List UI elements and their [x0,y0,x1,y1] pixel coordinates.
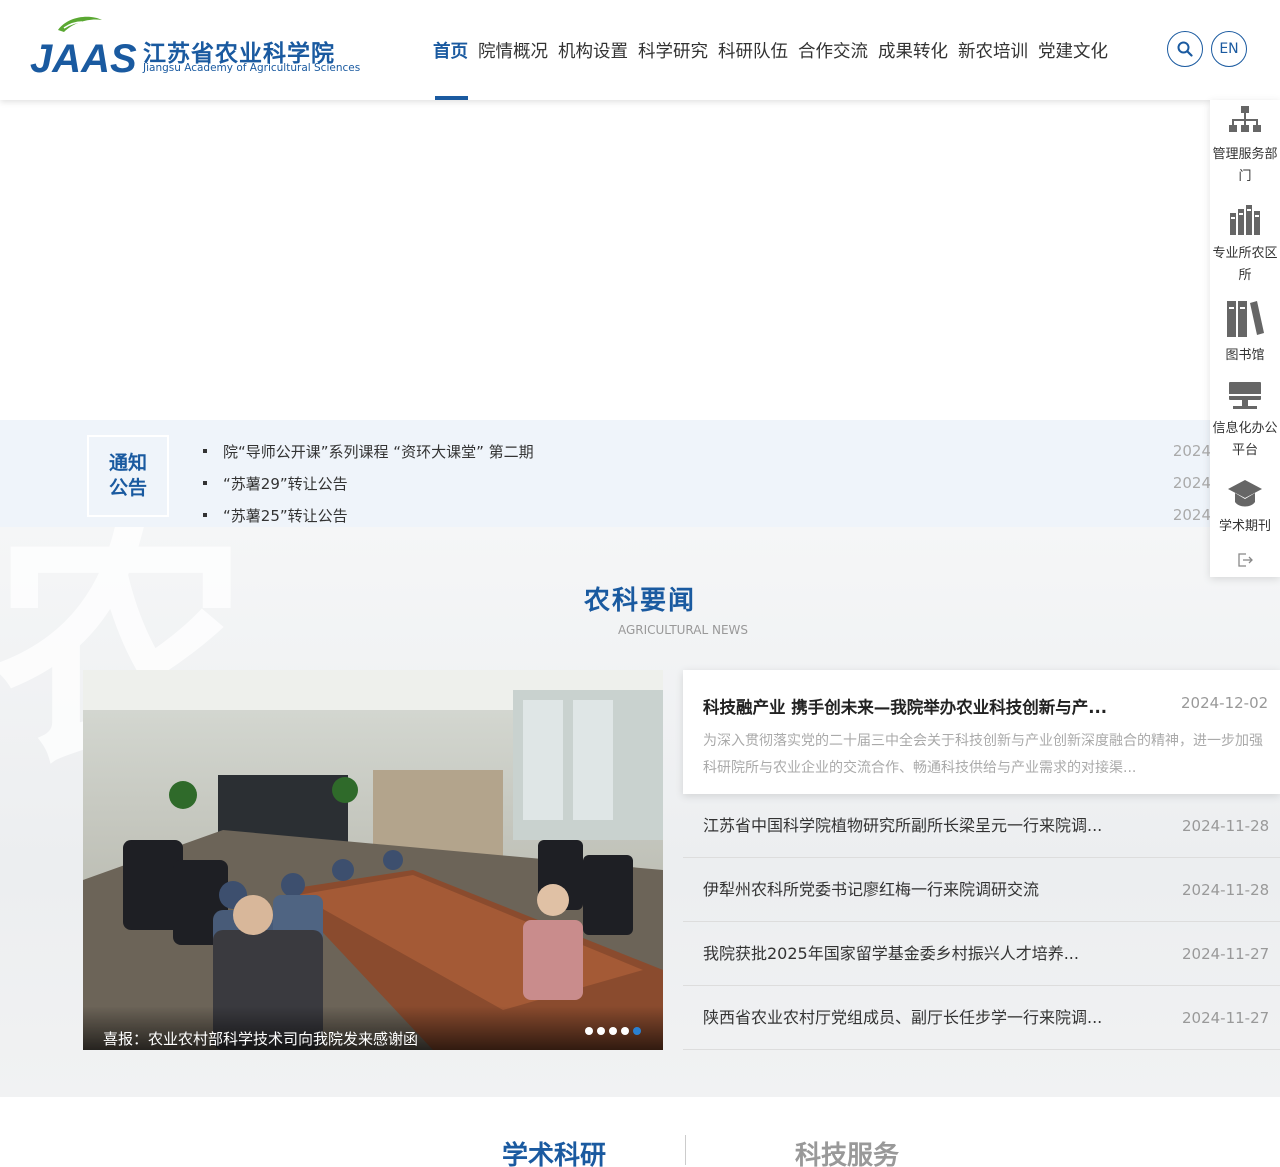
notice-item[interactable]: “苏薯25”转让公告 2024-11-27 [200,499,1260,527]
institutes-icon [1230,205,1260,235]
language-switch-button[interactable]: EN [1211,31,1247,67]
nav-overview[interactable]: 院情概况 [473,0,553,100]
meeting-photo [83,670,663,1050]
search-icon [1177,41,1193,57]
sidebar-item-office-platform[interactable]: 信息化办公平台 [1210,380,1280,462]
main-nav: 首页 院情概况 机构设置 科学研究 科研队伍 合作交流 成果转化 新农培训 党建… [428,0,1113,100]
notice-item[interactable]: “苏薯29”转让公告 2024-11-27 [200,467,1260,499]
jaas-logo-icon: JAAS [30,16,137,78]
bullet-icon [203,449,207,453]
site-logo[interactable]: JAAS 江苏省农业科学院 Jiangsu Academy of Agricul… [30,14,360,78]
nav-training[interactable]: 新农培训 [953,0,1033,100]
news-section-subtitle: AGRICULTURAL NEWS [617,623,749,637]
nav-research-team[interactable]: 科研队伍 [713,0,793,100]
featured-news-date: 2024-12-02 [1181,694,1269,712]
monitor-icon [1229,382,1261,409]
news-item-title[interactable]: 伊犁州农科所党委书记廖红梅一行来院调研交流 [703,858,1039,922]
notice-item[interactable]: 院“导师公开课”系列课程 “资环大课堂” 第二期 2024-11-27 [200,435,1260,467]
news-item-date: 2024-11-27 [1182,945,1270,963]
news-list-item[interactable]: 我院获批2025年国家留学基金委乡村振兴人才培养... 2024-11-27 [683,922,1280,986]
news-item-date: 2024-11-28 [1182,881,1270,899]
exit-icon [1238,553,1253,567]
tab-divider [685,1135,686,1165]
featured-news-summary: 为深入贯彻落实党的二十届三中全会关于科技创新与产业创新深度融合的精神，进一步加强… [703,733,1263,776]
news-list-item[interactable]: 陕西省农业农村厅党组成员、副厅长任步学一行来院调... 2024-11-27 [683,986,1280,1050]
sidebar-item-label: 专业所农区所 [1212,246,1278,283]
nav-organization[interactable]: 机构设置 [553,0,633,100]
bullet-icon [203,481,207,485]
notice-badge-label: 通知公告 [108,452,147,499]
notice-badge: 通知公告 [87,435,169,517]
notice-bar: 通知公告 院“导师公开课”系列课程 “资环大课堂” 第二期 2024-11-27… [0,420,1280,527]
news-item-title[interactable]: 江苏省中国科学院植物研究所副所长梁呈元一行来院调... [703,794,1102,858]
org-chart-icon [1229,106,1261,132]
featured-news-title[interactable]: 科技融产业 携手创未来—我院举办农业科技创新与产... [703,694,1107,718]
sidebar-item-label: 图书馆 [1225,348,1265,363]
slide-dot-active[interactable] [633,1027,641,1035]
sidebar-item-label: 学术期刊 [1218,519,1271,534]
slide-dot[interactable] [609,1027,617,1035]
news-section-title: 农科要闻 [583,586,696,616]
sidebar-item-label: 信息化办公平台 [1212,421,1278,458]
news-list-item[interactable]: 江苏省中国科学院植物研究所副所长梁呈元一行来院调... 2024-11-28 [683,794,1280,858]
sidebar-item-label: 管理服务部门 [1212,147,1278,184]
slide-indicators [585,1027,641,1035]
bullet-icon [203,513,207,517]
tab-tech-service[interactable]: 科技服务 [795,1135,899,1167]
slide-dot[interactable] [597,1027,605,1035]
nav-cooperation[interactable]: 合作交流 [793,0,873,100]
news-section: 农 农科要闻 AGRICULTURAL NEWS 喜报：农业农村部科学技术司向我… [0,527,1280,1097]
slide-dot[interactable] [585,1027,593,1035]
svg-text:JAAS: JAAS [30,37,137,78]
notice-title[interactable]: “苏薯25”转让公告 [223,505,348,526]
news-list-item[interactable]: 伊犁州农科所党委书记廖红梅一行来院调研交流 2024-11-28 [683,858,1280,922]
sidebar-item-journals[interactable]: 学术期刊 [1210,478,1280,538]
slide-caption: 喜报：农业农村部科学技术司向我院发来感谢函 [83,1006,663,1050]
tab-academic-research[interactable]: 学术科研 [502,1135,606,1167]
news-item-title[interactable]: 我院获批2025年国家留学基金委乡村振兴人才培养... [703,922,1079,986]
sidebar-item-library[interactable]: 图书馆 [1210,299,1280,367]
slide-caption-text[interactable]: 喜报：农业农村部科学技术司向我院发来感谢函 [103,1028,418,1050]
graduation-cap-icon [1228,480,1262,507]
notice-list: 院“导师公开课”系列课程 “资环大课堂” 第二期 2024-11-27 “苏薯2… [200,435,1260,527]
site-header: JAAS 江苏省农业科学院 Jiangsu Academy of Agricul… [0,0,1280,100]
slide-dot[interactable] [621,1027,629,1035]
nav-achievements[interactable]: 成果转化 [873,0,953,100]
news-slideshow[interactable]: 喜报：农业农村部科学技术司向我院发来感谢函 [83,670,663,1050]
news-item-title[interactable]: 陕西省农业农村厅党组成员、副厅长任步学一行来院调... [703,986,1102,1050]
search-button[interactable] [1167,31,1203,67]
news-item-date: 2024-11-28 [1182,817,1270,835]
books-icon [1227,301,1264,337]
sidebar-item-management[interactable]: 管理服务部门 [1210,104,1280,188]
site-name-en: Jiangsu Academy of Agricultural Sciences [143,62,361,74]
featured-news[interactable]: 科技融产业 携手创未来—我院举办农业科技创新与产... 2024-12-02 为… [683,670,1280,794]
section-tabs: 学术科研 科技服务 [0,1097,1280,1167]
news-item-date: 2024-11-27 [1182,1009,1270,1027]
sidebar-item-institutes[interactable]: 专业所农区所 [1210,203,1280,287]
nav-party-culture[interactable]: 党建文化 [1033,0,1113,100]
quick-links-sidebar: 管理服务部门 专业所农区所 图书馆 信息化办公平台 学术期刊 [1210,100,1280,577]
hero-banner [0,100,1280,420]
nav-research[interactable]: 科学研究 [633,0,713,100]
sidebar-exit-button[interactable] [1210,552,1280,568]
notice-title[interactable]: 院“导师公开课”系列课程 “资环大课堂” 第二期 [223,441,534,462]
notice-title[interactable]: “苏薯29”转让公告 [223,473,348,494]
nav-home[interactable]: 首页 [428,0,473,100]
